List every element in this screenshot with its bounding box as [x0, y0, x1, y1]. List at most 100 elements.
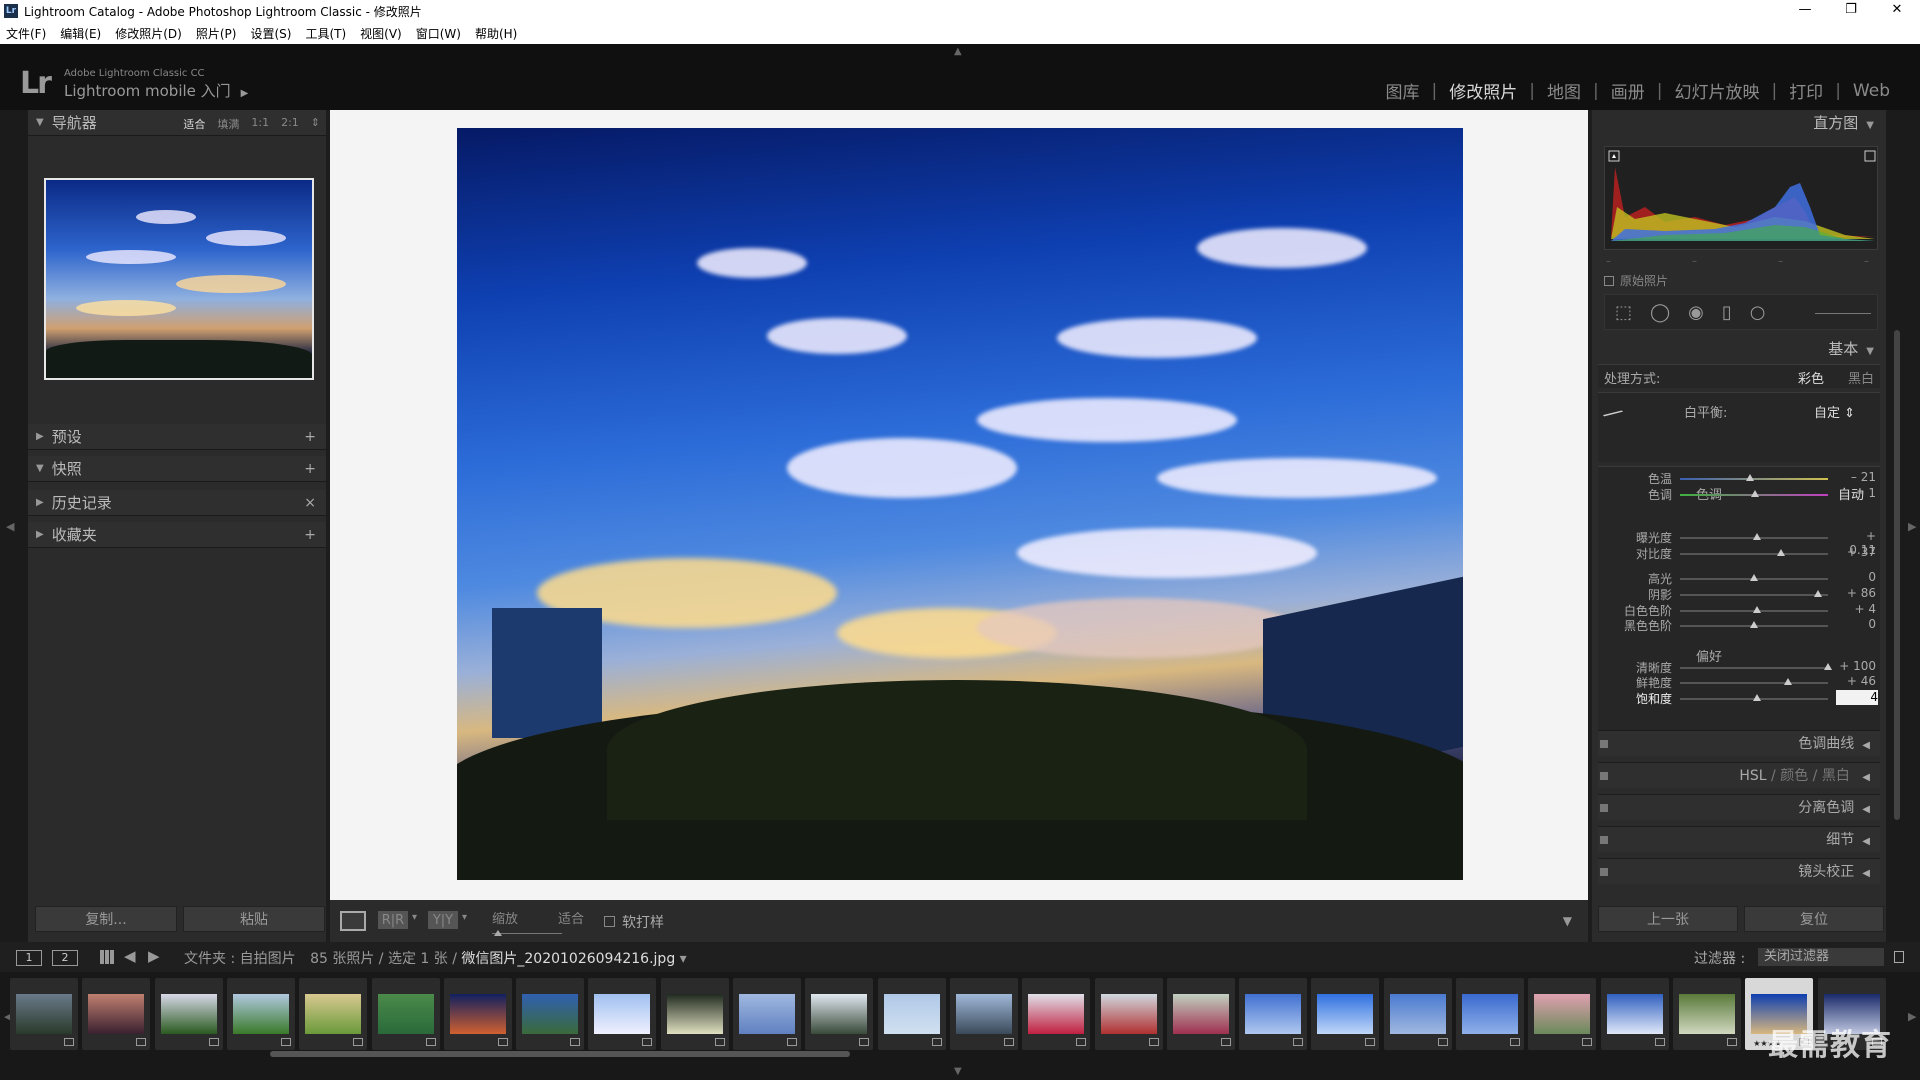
slider-track[interactable]	[1680, 682, 1828, 684]
menu-file[interactable]: 文件(F)	[6, 25, 46, 42]
left-panel-edge[interactable]: ◀	[0, 110, 28, 942]
slider-value[interactable]: + 100	[1836, 659, 1876, 673]
left-collapse-arrow-icon[interactable]: ◀	[6, 520, 14, 533]
original-photo-checkbox[interactable]	[1604, 275, 1614, 286]
highlight-clipping-indicator[interactable]	[1864, 150, 1876, 162]
maximize-button[interactable]: ❐	[1828, 0, 1874, 22]
filmstrip-thumb[interactable]	[805, 978, 874, 1050]
slider-track[interactable]	[1680, 667, 1828, 669]
identity-plate[interactable]: Lightroom mobile 入门 ▶	[64, 80, 248, 101]
slider-thumb[interactable]	[1751, 490, 1760, 497]
filmstrip-thumb[interactable]	[1456, 978, 1524, 1050]
treatment-bw-option[interactable]: 黑白	[1848, 368, 1874, 387]
split-toning-header[interactable]: 分离色调 ◀	[1598, 794, 1880, 820]
navigator-header[interactable]: ▼ 导航器 适合 填满 1:1 2:1 ⇕	[28, 110, 326, 136]
filmstrip-thumb[interactable]	[877, 978, 946, 1050]
filmstrip-thumb[interactable]	[1022, 978, 1091, 1050]
filmstrip-thumb[interactable]	[733, 978, 801, 1050]
slider-track[interactable]	[1680, 553, 1828, 555]
menu-edit[interactable]: 编辑(E)	[60, 25, 101, 42]
snapshots-header[interactable]: ▼ 快照 +	[28, 456, 326, 482]
main-photo[interactable]	[457, 128, 1463, 880]
bw-title[interactable]: 黑白	[1822, 768, 1850, 784]
slider-value[interactable]: + 37	[1836, 545, 1876, 559]
filmstrip-thumb[interactable]	[1311, 978, 1380, 1050]
filmstrip-thumb[interactable]	[82, 978, 151, 1050]
add-collection-icon[interactable]: +	[304, 527, 316, 543]
filmstrip-thumb[interactable]	[1166, 978, 1235, 1050]
lens-correction-header[interactable]: 镜头校正 ◀	[1598, 858, 1880, 884]
slider-value[interactable]: 0	[1836, 617, 1876, 631]
slider-thumb[interactable]	[1813, 590, 1822, 597]
menu-tools[interactable]: 工具(T)	[305, 25, 346, 42]
right-collapse-arrow-icon[interactable]: ▶	[1908, 520, 1916, 533]
toolbar-dropdown-icon[interactable]: ▼	[1563, 914, 1572, 928]
radial-filter-icon[interactable]: ○	[1750, 302, 1766, 323]
detail-header[interactable]: 细节 ◀	[1598, 826, 1880, 852]
slider-thumb[interactable]	[1745, 474, 1754, 481]
filmstrip-right-arrow-icon[interactable]: ▶	[1908, 1010, 1916, 1023]
before-after-tb-dropdown-icon[interactable]: ▾	[462, 912, 467, 923]
clear-history-icon[interactable]: ×	[304, 495, 316, 511]
zoom-stepper[interactable]: ⇕	[311, 116, 320, 132]
right-panel-edge[interactable]: ▶	[1886, 110, 1920, 942]
original-photo-row[interactable]: 原始照片	[1604, 272, 1668, 289]
panel-toggle-switch[interactable]	[1600, 740, 1608, 748]
white-balance-dropdown[interactable]: 自定 ⇕	[1814, 402, 1855, 421]
filmstrip-thumb[interactable]	[1383, 978, 1452, 1050]
menu-window[interactable]: 窗口(W)	[416, 25, 461, 42]
spot-removal-icon[interactable]: ◯	[1650, 302, 1670, 323]
filmstrip-thumb[interactable]	[660, 978, 729, 1050]
slider-thumb[interactable]	[1750, 621, 1758, 628]
before-after-tb-button[interactable]: Y|Y	[428, 911, 458, 929]
slider-thumb[interactable]	[1752, 606, 1761, 613]
slider-track[interactable]	[1680, 594, 1828, 596]
slider-value[interactable]: – 21	[1836, 470, 1876, 484]
histogram-header[interactable]: 直方图 ▼	[1592, 110, 1886, 136]
filmstrip-thumb[interactable]	[10, 978, 78, 1050]
zoom-2-1[interactable]: 2:1	[281, 116, 299, 132]
red-eye-icon[interactable]: ◉	[1688, 302, 1704, 323]
menu-view[interactable]: 视图(V)	[360, 25, 402, 42]
filmstrip-thumb[interactable]	[1600, 978, 1669, 1050]
before-after-dropdown-icon[interactable]: ▾	[412, 912, 417, 923]
navigator-preview[interactable]	[44, 178, 314, 380]
before-after-lr-button[interactable]: R|R	[378, 911, 408, 929]
secondary-window-button[interactable]: 2	[52, 950, 78, 966]
zoom-slider-thumb[interactable]	[494, 930, 502, 936]
slider-value[interactable]: + 86	[1836, 586, 1876, 600]
slider-thumb[interactable]	[1752, 533, 1761, 540]
presets-header[interactable]: ▶ 预设 +	[28, 424, 326, 450]
minimize-button[interactable]: —	[1782, 0, 1828, 22]
menu-photo[interactable]: 照片(P)	[196, 25, 237, 42]
right-panel-scrollbar[interactable]	[1894, 330, 1900, 820]
module-map[interactable]: 地图	[1535, 78, 1593, 103]
reset-button[interactable]: 复位	[1744, 906, 1884, 932]
hsl-title[interactable]: HSL	[1739, 768, 1766, 784]
slider-value[interactable]: + 1	[1836, 486, 1876, 500]
menu-develop[interactable]: 修改照片(D)	[115, 25, 182, 42]
adjustment-brush-slider[interactable]	[1815, 313, 1871, 314]
softproof-checkbox[interactable]	[604, 916, 615, 927]
zoom-fill[interactable]: 填满	[217, 116, 239, 132]
loupe-view-button[interactable]	[340, 911, 366, 931]
collections-header[interactable]: ▶ 收藏夹 +	[28, 522, 326, 548]
filmstrip-thumb[interactable]	[226, 978, 295, 1050]
basic-header[interactable]: 基本 ▼	[1592, 336, 1886, 362]
forward-arrow-icon[interactable]: ▶	[148, 947, 160, 965]
filmstrip-thumb[interactable]	[1239, 978, 1308, 1050]
color-title[interactable]: 颜色	[1780, 768, 1808, 784]
close-button[interactable]: ✕	[1874, 0, 1920, 22]
panel-toggle-switch[interactable]	[1600, 868, 1608, 876]
slider-value[interactable]: + 4	[1836, 602, 1876, 616]
filmstrip-thumb[interactable]	[1528, 978, 1597, 1050]
module-library[interactable]: 图库	[1374, 78, 1432, 103]
add-preset-icon[interactable]: +	[304, 429, 316, 445]
slider-value[interactable]: + 46	[1836, 674, 1876, 688]
back-arrow-icon[interactable]: ◀	[124, 947, 136, 965]
filmstrip-thumb[interactable]	[1672, 978, 1741, 1050]
module-book[interactable]: 画册	[1599, 78, 1657, 103]
collapse-bottom-arrow-icon[interactable]: ▼	[954, 1066, 962, 1077]
treatment-color-option[interactable]: 彩色	[1798, 368, 1824, 387]
module-slideshow[interactable]: 幻灯片放映	[1662, 78, 1771, 103]
